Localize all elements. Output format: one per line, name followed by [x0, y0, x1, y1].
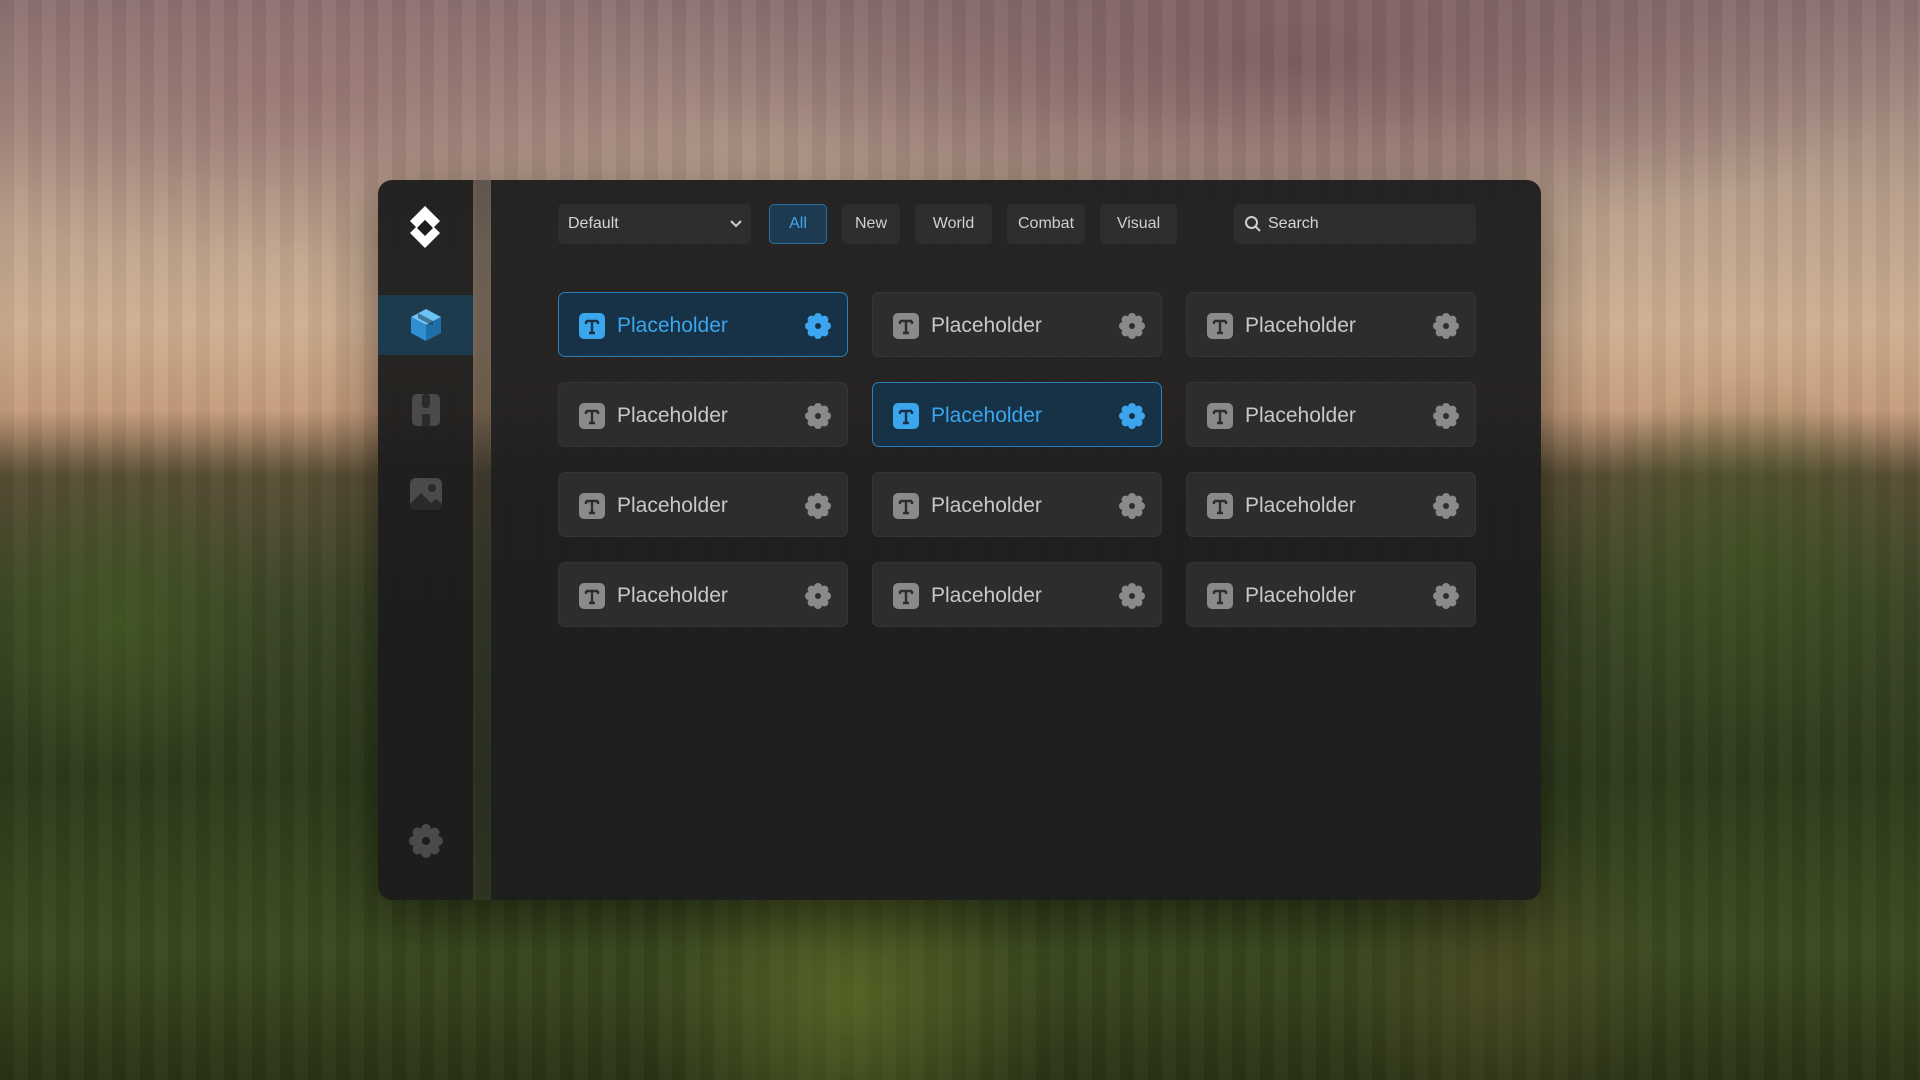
- text-module-icon: [893, 403, 919, 429]
- module-label: Placeholder: [617, 494, 728, 517]
- gear-icon[interactable]: [1433, 583, 1459, 609]
- module-label: Placeholder: [1245, 404, 1356, 427]
- module-label: Placeholder: [931, 314, 1042, 337]
- gear-icon[interactable]: [1119, 583, 1145, 609]
- module-label: Placeholder: [617, 584, 728, 607]
- sidebar-settings-button[interactable]: [378, 811, 473, 871]
- search-icon: [1245, 216, 1261, 232]
- chevron-down-icon: [730, 220, 742, 228]
- mod-menu-panel: Default All New World Combat Visual Sear…: [378, 180, 1541, 900]
- text-module-icon: [893, 313, 919, 339]
- module-card[interactable]: Placeholder: [558, 562, 848, 627]
- client-logo-icon: [400, 202, 450, 252]
- module-card[interactable]: Placeholder: [1186, 382, 1476, 447]
- text-module-icon: [1207, 403, 1233, 429]
- text-module-icon: [893, 583, 919, 609]
- module-card[interactable]: Placeholder: [558, 472, 848, 537]
- tab-combat[interactable]: Combat: [1007, 204, 1085, 244]
- text-module-icon: [1207, 583, 1233, 609]
- gear-icon[interactable]: [1433, 313, 1459, 339]
- module-card[interactable]: Placeholder: [872, 562, 1162, 627]
- text-module-icon: [1207, 493, 1233, 519]
- module-label: Placeholder: [617, 404, 728, 427]
- module-label: Placeholder: [617, 314, 728, 337]
- text-module-icon: [579, 493, 605, 519]
- module-card[interactable]: Placeholder: [1186, 292, 1476, 357]
- gear-icon[interactable]: [805, 403, 831, 429]
- shirt-icon: [410, 392, 442, 428]
- cube-icon: [409, 307, 443, 343]
- gear-icon[interactable]: [1119, 313, 1145, 339]
- module-label: Placeholder: [931, 494, 1042, 517]
- module-card[interactable]: Placeholder: [872, 292, 1162, 357]
- profile-dropdown[interactable]: Default: [558, 204, 751, 244]
- module-label: Placeholder: [1245, 314, 1356, 337]
- tab-all[interactable]: All: [769, 204, 827, 244]
- module-card[interactable]: Placeholder: [872, 382, 1162, 447]
- gear-icon[interactable]: [1119, 493, 1145, 519]
- gear-icon[interactable]: [805, 583, 831, 609]
- search-input[interactable]: Search: [1234, 204, 1476, 244]
- gear-icon: [408, 824, 443, 858]
- module-card[interactable]: Placeholder: [1186, 562, 1476, 627]
- sidebar: [378, 180, 473, 900]
- gear-icon[interactable]: [1433, 403, 1459, 429]
- module-label: Placeholder: [931, 584, 1042, 607]
- search-placeholder: Search: [1268, 215, 1319, 232]
- sidebar-divider: [473, 180, 491, 900]
- text-module-icon: [1207, 313, 1233, 339]
- module-label: Placeholder: [1245, 584, 1356, 607]
- profile-dropdown-value: Default: [568, 215, 619, 232]
- gear-icon[interactable]: [1119, 403, 1145, 429]
- module-card[interactable]: Placeholder: [872, 472, 1162, 537]
- module-card[interactable]: Placeholder: [558, 292, 848, 357]
- sidebar-item-screenshots[interactable]: [378, 464, 473, 524]
- module-label: Placeholder: [931, 404, 1042, 427]
- main-content: Default All New World Combat Visual Sear…: [491, 180, 1541, 900]
- tab-new[interactable]: New: [842, 204, 900, 244]
- module-card[interactable]: Placeholder: [1186, 472, 1476, 537]
- module-card[interactable]: Placeholder: [558, 382, 848, 447]
- sidebar-item-modules[interactable]: [378, 295, 473, 355]
- text-module-icon: [579, 583, 605, 609]
- tab-visual[interactable]: Visual: [1100, 204, 1177, 244]
- gear-icon[interactable]: [1433, 493, 1459, 519]
- gear-icon[interactable]: [805, 493, 831, 519]
- sidebar-item-cosmetics[interactable]: [378, 380, 473, 440]
- gear-icon[interactable]: [805, 313, 831, 339]
- text-module-icon: [893, 493, 919, 519]
- text-module-icon: [579, 403, 605, 429]
- module-label: Placeholder: [1245, 494, 1356, 517]
- tab-world[interactable]: World: [915, 204, 992, 244]
- text-module-icon: [579, 313, 605, 339]
- image-icon: [409, 477, 443, 511]
